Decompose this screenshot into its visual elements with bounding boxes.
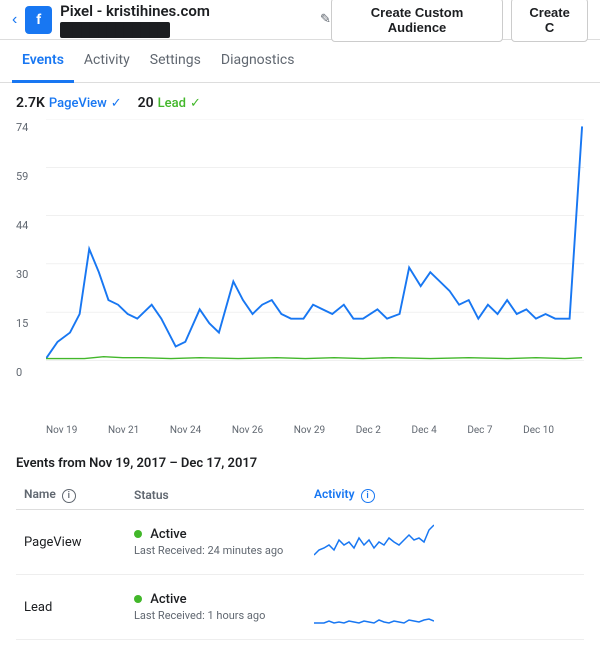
events-table: Name i Status Activity i PageView Active… <box>16 481 584 640</box>
tab-diagnostics[interactable]: Diagnostics <box>211 40 305 83</box>
event-name-lead: Lead <box>16 575 126 640</box>
status-dot-active <box>134 595 142 603</box>
pixel-icon: f <box>25 6 52 34</box>
page-header: ‹ f Pixel - kristihines.com ████████████… <box>0 0 600 40</box>
lead-check: ✓ <box>190 96 201 111</box>
back-button[interactable]: ‹ <box>12 11 17 29</box>
event-activity-lead <box>306 575 584 640</box>
status-active-label: Active <box>150 527 186 542</box>
status-last-received: Last Received: 24 minutes ago <box>134 544 298 557</box>
chart-section: 2.7K PageView ✓ 20 Lead ✓ 74 59 44 30 15… <box>0 83 600 444</box>
status-indicator: Active <box>134 592 298 607</box>
x-axis-labels: Nov 19 Nov 21 Nov 24 Nov 26 Nov 29 Dec 2… <box>16 423 584 436</box>
status-last-received: Last Received: 1 hours ago <box>134 609 298 622</box>
name-info-icon[interactable]: i <box>62 489 76 503</box>
lead-label: Lead <box>158 96 186 111</box>
status-indicator: Active <box>134 527 298 542</box>
tab-activity[interactable]: Activity <box>74 40 140 83</box>
events-date-range: Events from Nov 19, 2017 – Dec 17, 2017 <box>16 456 584 471</box>
event-activity-pageview <box>306 510 584 575</box>
masked-account-id: ████████████ <box>60 22 170 38</box>
chart-legend: 2.7K PageView ✓ 20 Lead ✓ <box>16 95 584 111</box>
col-header-activity: Activity i <box>306 481 584 510</box>
edit-icon[interactable]: ✎ <box>320 12 331 27</box>
col-header-status: Status <box>126 481 306 510</box>
lead-line <box>46 357 582 359</box>
y-axis-labels: 74 59 44 30 15 0 <box>16 119 44 379</box>
header-left: ‹ f Pixel - kristihines.com ████████████… <box>12 2 331 38</box>
pageview-label: PageView <box>49 96 107 111</box>
create-custom-audience-button[interactable]: Create Custom Audience <box>331 0 503 42</box>
event-name-pageview: PageView <box>16 510 126 575</box>
tab-settings[interactable]: Settings <box>140 40 211 83</box>
status-active-label: Active <box>150 592 186 607</box>
col-header-name: Name i <box>16 481 126 510</box>
header-actions: Create Custom Audience Create C <box>331 0 588 42</box>
pageview-line <box>46 126 582 358</box>
pageview-value: 2.7K <box>16 95 45 111</box>
pageview-check: ✓ <box>111 96 122 111</box>
activity-sparkline-pageview <box>314 520 434 560</box>
line-chart: 74 59 44 30 15 0 <box>16 119 584 419</box>
create-button[interactable]: Create C <box>511 0 588 42</box>
table-header-row: Name i Status Activity i <box>16 481 584 510</box>
event-status-pageview: Active Last Received: 24 minutes ago <box>126 510 306 575</box>
legend-lead: 20 Lead ✓ <box>138 95 201 111</box>
events-section: Events from Nov 19, 2017 – Dec 17, 2017 … <box>0 444 600 652</box>
table-row: PageView Active Last Received: 24 minute… <box>16 510 584 575</box>
table-row: Lead Active Last Received: 1 hours ago <box>16 575 584 640</box>
status-dot-active <box>134 530 142 538</box>
activity-sparkline-lead <box>314 585 434 625</box>
activity-info-icon[interactable]: i <box>361 489 375 503</box>
nav-tabs: Events Activity Settings Diagnostics <box>0 40 600 83</box>
event-status-lead: Active Last Received: 1 hours ago <box>126 575 306 640</box>
chart-svg <box>46 119 584 379</box>
legend-pageview: 2.7K PageView ✓ <box>16 95 122 111</box>
lead-value: 20 <box>138 95 154 111</box>
page-title: Pixel - kristihines.com ████████████ <box>60 2 312 38</box>
tab-events[interactable]: Events <box>12 40 74 83</box>
